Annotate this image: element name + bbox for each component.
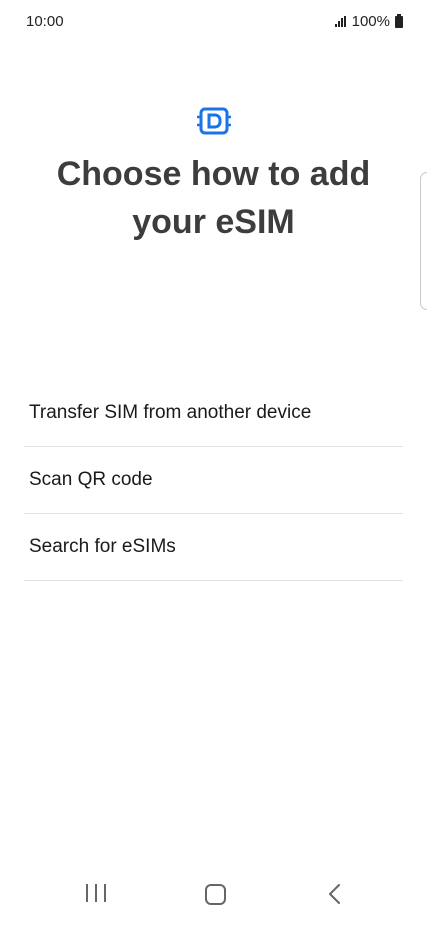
scan-qr-code-option[interactable]: Scan QR code xyxy=(24,447,403,514)
edge-panel-handle[interactable] xyxy=(420,172,427,310)
options-list: Transfer SIM from another device Scan QR… xyxy=(24,380,403,581)
signal-icon xyxy=(334,16,346,27)
sim-card-icon xyxy=(197,107,231,135)
status-indicators: 100% xyxy=(334,13,403,30)
page-title: Choose how to add your eSIM xyxy=(56,155,371,241)
navigation-bar xyxy=(0,862,427,926)
battery-percentage: 100% xyxy=(351,13,390,30)
status-bar: 10:00 100% xyxy=(0,0,427,44)
battery-icon xyxy=(395,13,403,28)
back-icon[interactable] xyxy=(325,882,345,906)
search-esims-option[interactable]: Search for eSIMs xyxy=(24,514,403,581)
transfer-sim-option[interactable]: Transfer SIM from another device xyxy=(24,380,403,447)
recents-icon[interactable] xyxy=(86,884,106,904)
status-time: 10:00 xyxy=(26,13,64,30)
home-icon[interactable] xyxy=(205,884,226,905)
